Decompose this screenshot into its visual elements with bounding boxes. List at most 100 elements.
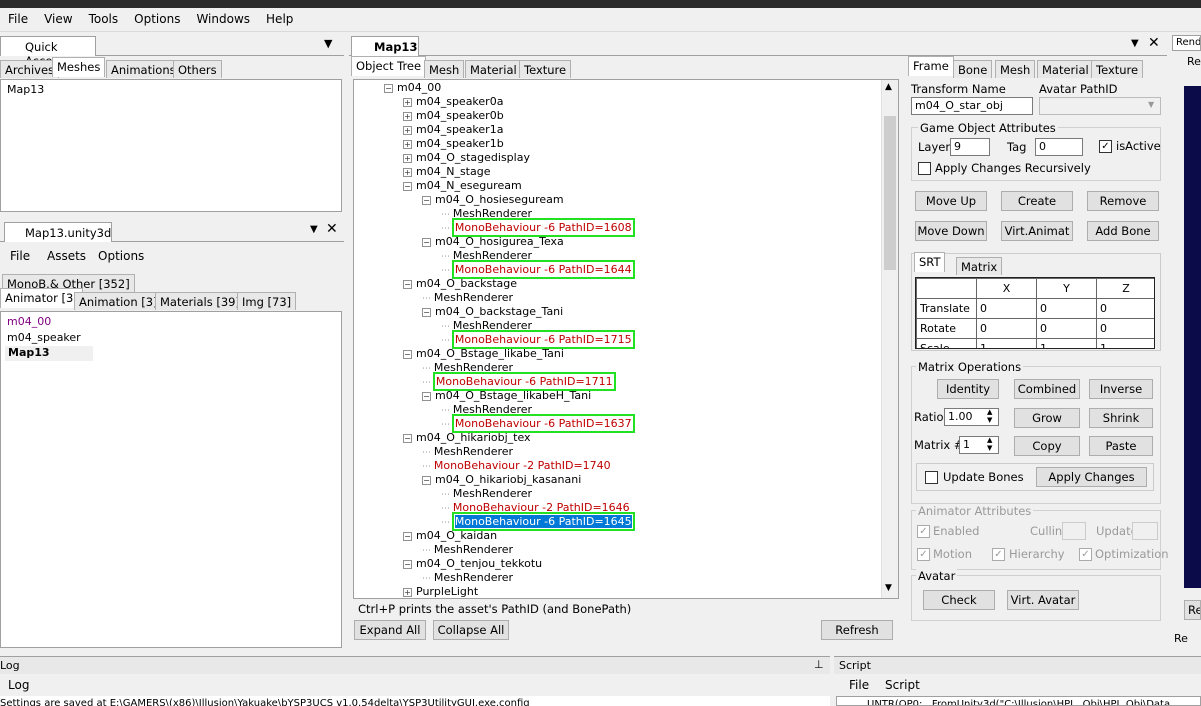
paste-button[interactable]: Paste [1089, 436, 1153, 456]
tree-node[interactable]: ⋯ MonoBehaviour -6 PathID=1645 [441, 512, 635, 531]
collapse-icon[interactable]: − [403, 559, 412, 569]
culling-field[interactable] [1062, 522, 1086, 540]
collapse-icon[interactable]: − [422, 475, 431, 485]
collapse-icon[interactable]: − [422, 307, 431, 317]
tab-frame-mesh[interactable]: Mesh [995, 60, 1036, 78]
render-button[interactable]: Re [1184, 600, 1201, 620]
close-icon[interactable]: ✕ [326, 221, 338, 237]
collapse-icon[interactable]: − [403, 531, 412, 541]
move-down-button[interactable]: Move Down [915, 221, 987, 241]
update-bones-checkbox[interactable] [925, 471, 938, 484]
tab-object-tree[interactable]: Object Tree [351, 56, 427, 76]
menu-options[interactable]: Options [126, 8, 188, 32]
collapse-icon[interactable]: − [422, 237, 431, 247]
tree-node[interactable]: ⋯ MeshRenderer [422, 571, 513, 585]
list-item[interactable]: m04_00 [7, 315, 51, 328]
tree-node[interactable]: ⋯ MonoBehaviour -6 PathID=1644 [441, 260, 635, 279]
expand-icon[interactable]: + [403, 125, 412, 135]
tab-matrix[interactable]: Matrix [956, 257, 1003, 275]
tree-node[interactable]: ⋯ MonoBehaviour -6 PathID=1637 [441, 414, 635, 433]
expand-all-button[interactable]: Expand All [354, 620, 426, 640]
copy-button[interactable]: Copy [1014, 436, 1080, 456]
expand-icon[interactable]: + [403, 97, 412, 107]
combined-button[interactable]: Combined [1014, 379, 1080, 399]
tree-node[interactable]: + m04_speaker1b [403, 137, 504, 151]
tree-node[interactable]: − m04_O_tenjou_tekkotu [403, 557, 542, 571]
expand-icon[interactable]: + [403, 111, 412, 121]
menu-file[interactable]: File [849, 678, 869, 692]
srt-cell[interactable]: 0 [1096, 318, 1154, 339]
tree-node[interactable]: ⋯ MeshRenderer [422, 543, 513, 557]
srt-cell[interactable]: 1 [1096, 338, 1154, 348]
srt-cell[interactable]: 1 [976, 338, 1037, 348]
collapse-icon[interactable]: − [422, 195, 431, 205]
tree-node[interactable]: − m04_O_kaidan [403, 529, 497, 543]
tab-animations[interactable]: Animations [106, 60, 181, 78]
menu-tools[interactable]: Tools [81, 8, 127, 32]
quick-access-tab[interactable]: Quick Access [0, 36, 96, 68]
menu-view[interactable]: View [36, 8, 80, 32]
collapse-icon[interactable]: − [403, 433, 412, 443]
collapse-icon[interactable]: − [384, 83, 393, 93]
tree-node[interactable]: − m04_O_backstage_Tani [422, 305, 563, 319]
menu-assets[interactable]: Assets [47, 249, 86, 263]
list-item[interactable]: Map13 [5, 346, 93, 361]
tree-node[interactable]: ⋯ MeshRenderer [441, 487, 532, 501]
expand-icon[interactable]: + [403, 167, 412, 177]
add-bone-button[interactable]: Add Bone [1087, 221, 1159, 241]
enabled-checkbox[interactable]: ✓ [917, 525, 930, 538]
tab-img[interactable]: Img [73] [237, 292, 297, 310]
tree-node[interactable]: − m04_O_hosigurea_Texa [422, 235, 564, 249]
grow-button[interactable]: Grow [1014, 408, 1080, 428]
tab-frame-material[interactable]: Material [1037, 60, 1094, 78]
srt-cell[interactable]: 0 [976, 298, 1037, 319]
tree-node[interactable]: + m04_O_stagedisplay [403, 151, 530, 165]
spin-icon[interactable]: ▲ ▼ [987, 437, 992, 452]
collapse-icon[interactable]: − [403, 349, 412, 359]
tab-others[interactable]: Others [173, 60, 222, 78]
check-button[interactable]: Check [923, 590, 995, 610]
tree-node[interactable]: − m04_O_Bstage_likabeH_Tani [422, 389, 591, 403]
tree-node[interactable]: − m04_O_Bstage_likabe_Tani [403, 347, 564, 361]
tree-node[interactable]: + PurpleLight [403, 585, 478, 598]
tree-node[interactable]: − m04_O_hikariobj_kasanani [422, 473, 581, 487]
tab-frame[interactable]: Frame [908, 56, 954, 76]
srt-cell[interactable]: 0 [976, 318, 1037, 339]
scrollbar-thumb[interactable] [884, 116, 896, 270]
expand-icon[interactable]: + [403, 139, 412, 149]
tree-node[interactable]: + m04_speaker0b [403, 109, 504, 123]
tree-scrollbar[interactable]: ▲ ▼ [881, 80, 898, 598]
inverse-button[interactable]: Inverse [1089, 379, 1153, 399]
tree-node[interactable]: + m04_N_stage [403, 165, 490, 179]
close-icon[interactable]: ✕ [1148, 35, 1160, 51]
tree-node[interactable]: − m04_00 [384, 81, 441, 95]
create-button[interactable]: Create [1001, 191, 1073, 211]
update-field[interactable] [1132, 522, 1158, 540]
identity-button[interactable]: Identity [937, 379, 999, 399]
tab-log[interactable]: Log [8, 678, 29, 692]
tree-node[interactable]: ⋯ MeshRenderer [422, 291, 513, 305]
isactive-checkbox[interactable]: ✓ [1099, 140, 1112, 153]
tree-node[interactable]: ⋯ MeshRenderer [441, 319, 532, 333]
srt-cell[interactable]: 0 [1036, 318, 1097, 339]
chevron-down-icon[interactable]: ▼ [324, 37, 332, 50]
menu-file[interactable]: File [10, 249, 30, 263]
apply-changes-button[interactable]: Apply Changes [1036, 467, 1147, 487]
srt-cell[interactable]: 0 [1036, 298, 1097, 319]
apply-recursive-checkbox[interactable] [918, 162, 931, 175]
collapse-icon[interactable]: − [403, 279, 412, 289]
render-viewport[interactable] [1184, 86, 1201, 588]
move-up-button[interactable]: Move Up [915, 191, 987, 211]
map13-tab[interactable]: Map13 [351, 36, 419, 56]
tree-node[interactable]: + m04_speaker0a [403, 95, 503, 109]
tree-node[interactable]: ⋯ MeshRenderer [441, 403, 532, 417]
tree-node[interactable]: ⋯ MonoBehaviour -6 PathID=1608 [441, 218, 635, 237]
refresh-button[interactable]: Refresh [821, 620, 893, 640]
render-item[interactable]: Re [1174, 632, 1188, 645]
tree-node[interactable]: ⋯ MeshRenderer [441, 249, 532, 263]
avatar-pathid-select[interactable]: ▼ [1039, 97, 1161, 115]
srt-cell[interactable]: 1 [1036, 338, 1097, 348]
menu-windows[interactable]: Windows [188, 8, 258, 32]
hierarchy-checkbox[interactable]: ✓ [992, 548, 1005, 561]
collapse-all-button[interactable]: Collapse All [433, 620, 509, 640]
